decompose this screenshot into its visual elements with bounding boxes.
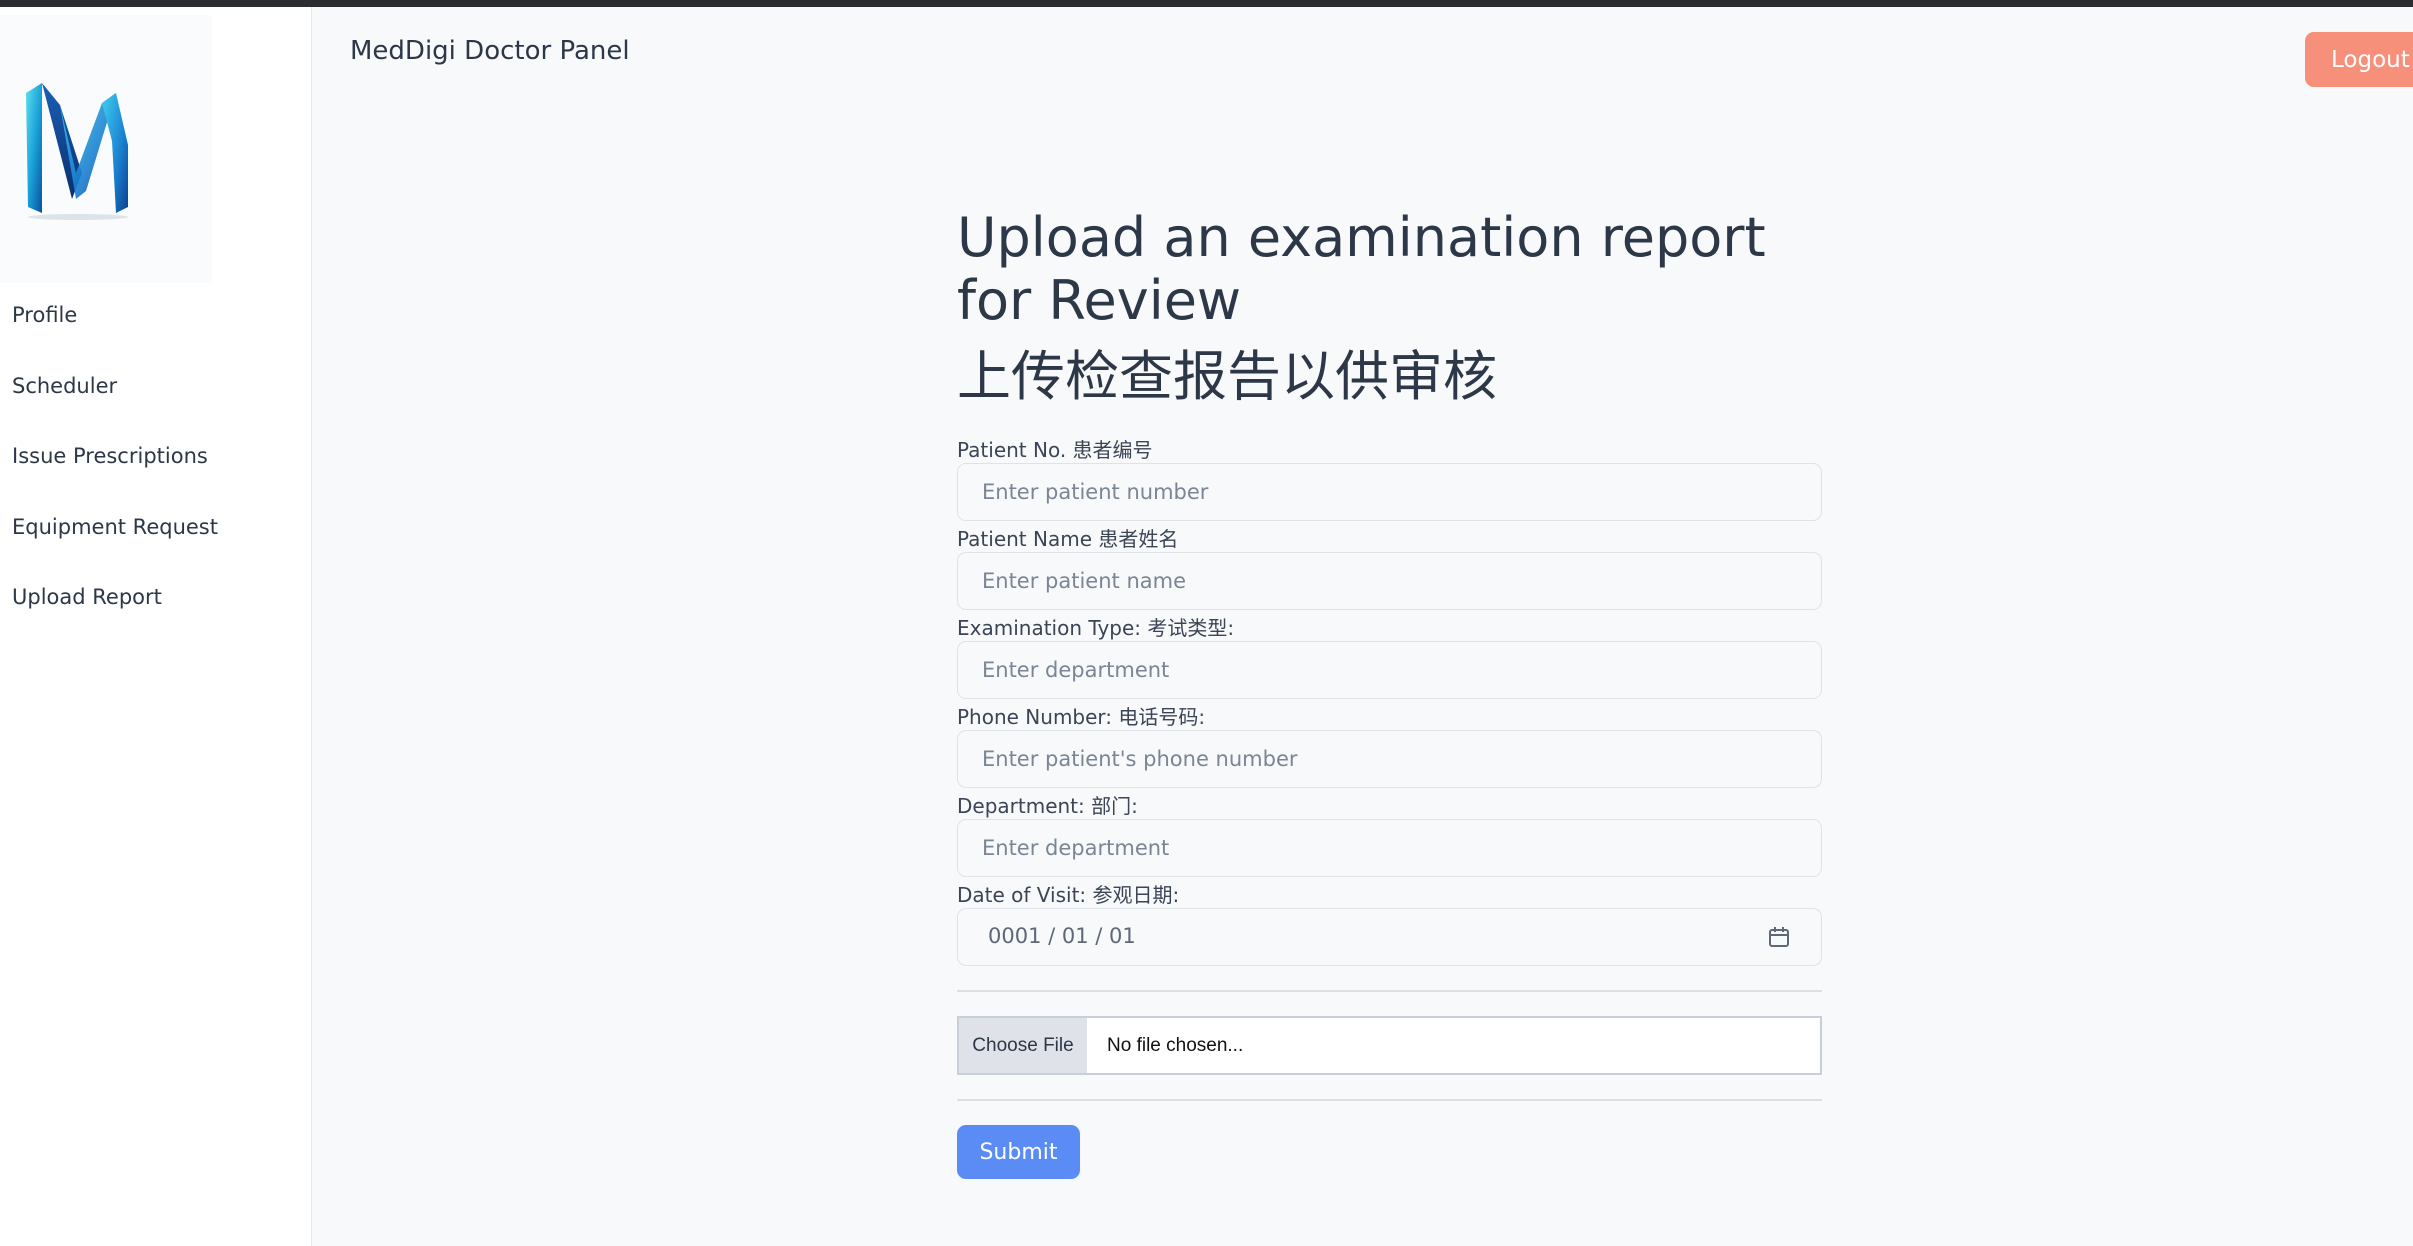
file-upload[interactable]: Choose File No file chosen... — [957, 1016, 1822, 1075]
window-top-border — [0, 0, 2413, 7]
page-title-chinese: 上传检查报告以供审核 — [957, 345, 1497, 408]
calendar-icon[interactable] — [1768, 926, 1790, 948]
submit-button[interactable]: Submit — [957, 1125, 1080, 1179]
patient-number-label: Patient No. 患者编号 — [957, 438, 1153, 462]
logout-button[interactable]: Logout — [2305, 32, 2413, 87]
phone-number-input[interactable] — [957, 730, 1822, 788]
patient-name-input[interactable] — [957, 552, 1822, 610]
department-label: Department: 部门: — [957, 794, 1138, 818]
examination-type-input[interactable] — [957, 641, 1822, 699]
sidebar-item-scheduler[interactable]: Scheduler — [12, 374, 117, 398]
sidebar-item-equipment-request[interactable]: Equipment Request — [12, 515, 218, 539]
logo — [0, 15, 212, 283]
panel-title: MedDigi Doctor Panel — [350, 36, 630, 66]
date-value: 0001 / 01 / 01 — [988, 924, 1136, 948]
sidebar-item-upload-report[interactable]: Upload Report — [12, 585, 162, 609]
choose-file-button[interactable]: Choose File — [959, 1018, 1087, 1073]
phone-number-label: Phone Number: 电话号码: — [957, 705, 1206, 729]
patient-name-label: Patient Name 患者姓名 — [957, 527, 1179, 551]
sidebar-item-issue-prescriptions[interactable]: Issue Prescriptions — [12, 444, 208, 468]
patient-number-input[interactable] — [957, 463, 1822, 521]
examination-type-label: Examination Type: 考试类型: — [957, 616, 1235, 640]
date-of-visit-input[interactable]: 0001 / 01 / 01 — [957, 908, 1822, 966]
sidebar: Profile Scheduler Issue Prescriptions Eq… — [0, 7, 312, 1246]
divider-top — [957, 990, 1822, 992]
meddigi-logo-icon — [26, 83, 128, 220]
divider-bottom — [957, 1099, 1822, 1101]
date-of-visit-label: Date of Visit: 参观日期: — [957, 883, 1180, 907]
file-status-text: No file chosen... — [1107, 1035, 1244, 1056]
department-input[interactable] — [957, 819, 1822, 877]
page-title: Upload an examination report for Review — [957, 206, 1766, 332]
sidebar-item-profile[interactable]: Profile — [12, 303, 77, 327]
